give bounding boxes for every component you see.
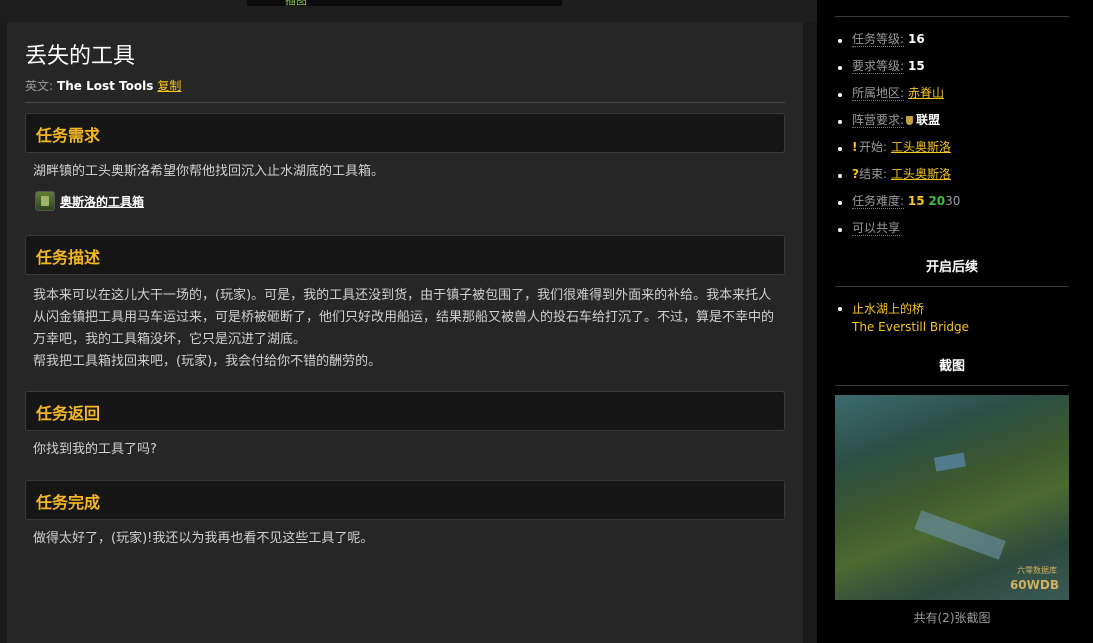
sidebar-divider (835, 16, 1069, 17)
info-shareable: 可以共享 (835, 219, 1075, 246)
required-item-link[interactable]: 奥斯洛的工具箱 (60, 193, 144, 210)
description-paragraph-1: 我本来可以在这儿大干一场的，(玩家)。可是，我的工具还没到货，由于镇子被包围了，… (33, 288, 775, 347)
quest-screenshot[interactable]: 六零数据库 60WDB (835, 395, 1069, 600)
top-tab-label: 插图 (285, 0, 307, 6)
zone-link[interactable]: 赤脊山 (908, 86, 944, 100)
end-npc-link[interactable]: 工头奥斯洛 (891, 167, 951, 181)
info-end: ?结束: 工头奥斯洛 (835, 165, 1075, 192)
section-return-header: 任务返回 (25, 391, 785, 431)
sidebar-divider (835, 286, 1069, 287)
screenshot-watermark: 60WDB (1009, 578, 1059, 592)
main-content: 丢失的工具 英文: The Lost Tools 复制 任务需求 湖畔镇的工头奥斯洛… (7, 22, 803, 643)
sidebar-divider (835, 385, 1069, 386)
exclamation-icon: ! (852, 140, 858, 154)
english-name-line: 英文: The Lost Tools 复制 (25, 77, 181, 94)
requirements-text: 湖畔镇的工头奥斯洛希望你帮他找回沉入止水湖底的工具箱。 (33, 164, 385, 179)
info-difficulty: 任务难度: 15 2030 (835, 192, 1075, 219)
section-complete-header: 任务完成 (25, 480, 785, 520)
info-required-level: 要求等级: 15 (835, 57, 1075, 84)
section-requirements-title: 任务需求 (36, 126, 101, 145)
info-faction: 阵营要求: 联盟 (835, 111, 1075, 138)
section-description-header: 任务描述 (25, 235, 785, 275)
sidebar: 任务等级: 16 要求等级: 15 所属地区: 赤脊山 阵营要求: 联盟 ! 开始: 工头奥… (817, 0, 1093, 643)
section-requirements-header: 任务需求 (25, 113, 785, 153)
screenshot-caption: 共有(2)张截图 (913, 611, 991, 625)
complete-text: 做得太好了，(玩家)!我还以为我再也看不见这些工具了呢。 (33, 531, 374, 546)
top-tab[interactable]: 插图 (247, 0, 562, 6)
info-start: ! 开始: 工头奥斯洛 (835, 138, 1075, 165)
english-name: The Lost Tools (57, 79, 154, 93)
followup-heading: 开启后续 (925, 260, 978, 275)
alliance-shield-icon (906, 116, 914, 125)
info-quest-level: 任务等级: 16 (835, 30, 1075, 57)
top-bar: 插图 (0, 0, 817, 22)
toolbox-icon (35, 191, 55, 211)
page-title: 丢失的工具 (25, 44, 136, 69)
description-text: 我本来可以在这儿大干一场的，(玩家)。可是，我的工具还没到货，由于镇子被包围了，… (33, 285, 781, 373)
section-complete-title: 任务完成 (36, 493, 101, 512)
english-name-prefix: 英文: (25, 79, 54, 93)
section-return-title: 任务返回 (36, 404, 101, 423)
return-text: 你找到我的工具了吗? (33, 442, 157, 457)
description-paragraph-2: 帮我把工具箱找回来吧，(玩家)，我会付给你不错的酬劳的。 (33, 354, 382, 369)
quest-info-list: 任务等级: 16 要求等级: 15 所属地区: 赤脊山 阵营要求: 联盟 ! 开始: 工头奥… (835, 30, 1075, 246)
section-description-title: 任务描述 (36, 248, 101, 267)
screenshot-heading: 截图 (938, 359, 965, 374)
start-npc-link[interactable]: 工头奥斯洛 (891, 140, 951, 154)
divider (25, 102, 785, 103)
followup-quest-link[interactable]: 止水湖上的桥 The Everstill Bridge (835, 300, 969, 336)
question-icon: ? (852, 167, 859, 181)
copy-link[interactable]: 复制 (157, 79, 181, 93)
info-zone: 所属地区: 赤脊山 (835, 84, 1075, 111)
screenshot-watermark-small: 六零数据库 (1017, 566, 1057, 575)
